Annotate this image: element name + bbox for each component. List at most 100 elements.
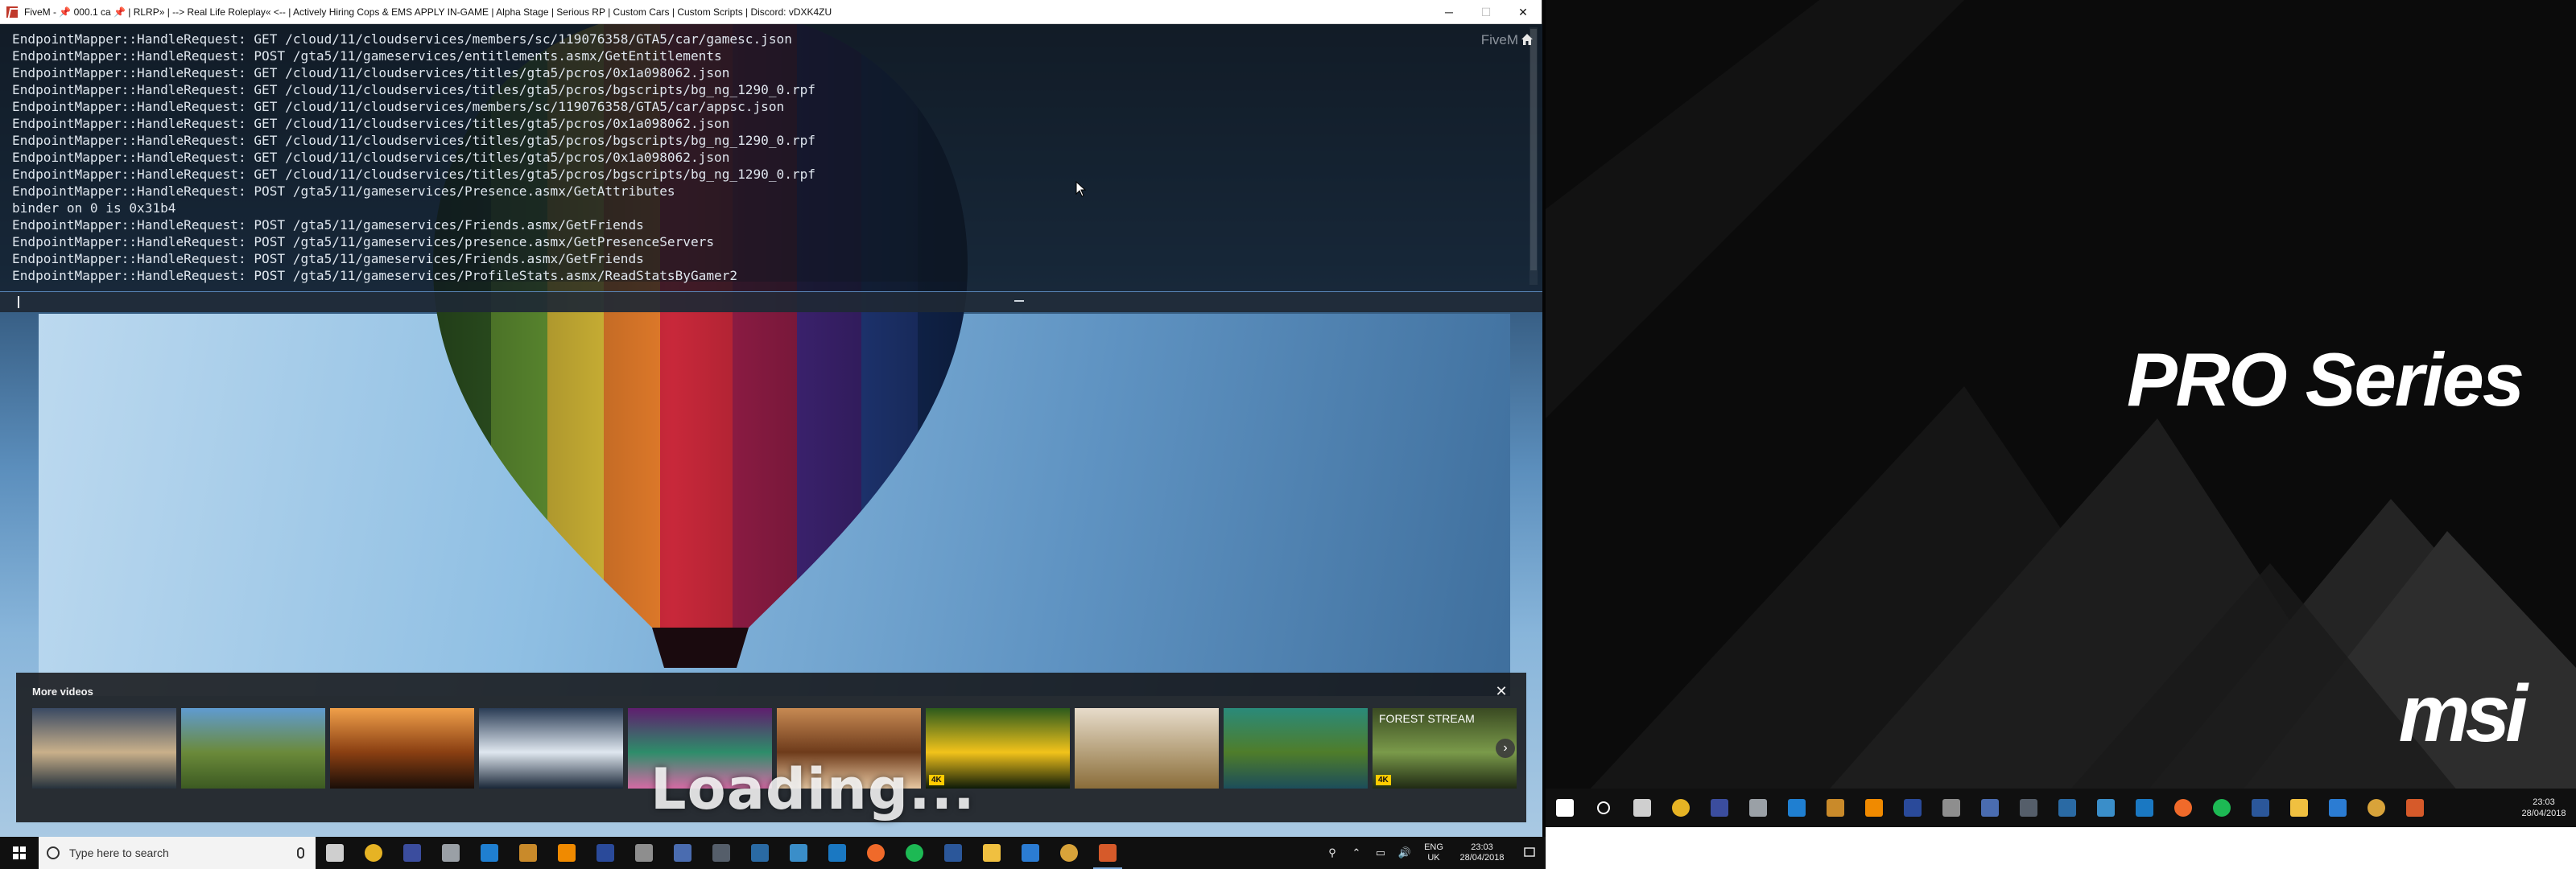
video-thumbnail[interactable]: [330, 708, 474, 789]
console-scrollbar-thumb[interactable]: [1530, 29, 1537, 270]
obs-icon[interactable]: [702, 837, 741, 869]
game-viewport[interactable]: EndpointMapper::HandleRequest: GET /clou…: [0, 24, 1542, 837]
video-thumbnail[interactable]: [181, 708, 325, 789]
app-glyph: [1749, 799, 1767, 817]
mouse-cursor-icon: [1075, 181, 1087, 197]
console-line: EndpointMapper::HandleRequest: GET /clou…: [12, 65, 730, 80]
video-thumbnail[interactable]: [479, 708, 623, 789]
notifications-icon[interactable]: [1513, 847, 1546, 859]
vlc-icon[interactable]: [547, 837, 586, 869]
maximize-button[interactable]: ☐: [1468, 0, 1505, 24]
close-button[interactable]: ✕: [1505, 0, 1542, 24]
microphone-icon[interactable]: [297, 847, 304, 859]
app-glyph: [442, 844, 460, 862]
app-glyph: [481, 844, 498, 862]
video-thumbnail[interactable]: [1075, 708, 1219, 789]
chrome-icon[interactable]: [1662, 789, 1700, 827]
minimize-button[interactable]: ─: [1430, 0, 1468, 24]
network-icon[interactable]: ▭: [1368, 846, 1393, 859]
app-glyph: [403, 844, 421, 862]
steam-alt-icon[interactable]: [1739, 789, 1777, 827]
task-view-icon[interactable]: [1623, 789, 1662, 827]
controller-icon[interactable]: [779, 837, 818, 869]
chrome-alt-icon[interactable]: [2357, 789, 2396, 827]
vlc-icon[interactable]: [1855, 789, 1893, 827]
fivem-icon[interactable]: [1088, 837, 1127, 869]
obs-icon[interactable]: [2009, 789, 2048, 827]
game-icon[interactable]: [1816, 789, 1855, 827]
windows-start-icon[interactable]: [0, 837, 39, 869]
origin-icon[interactable]: [857, 837, 895, 869]
mail-icon[interactable]: [1011, 837, 1050, 869]
video-thumbnail[interactable]: [1224, 708, 1368, 789]
outlook-icon[interactable]: [818, 837, 857, 869]
loading-text: Loading...: [650, 756, 976, 822]
app-glyph: [2329, 799, 2347, 817]
app-glyph: [1711, 799, 1728, 817]
steam-alt-icon[interactable]: [431, 837, 470, 869]
chrome-alt-icon[interactable]: [1050, 837, 1088, 869]
left-monitor: FiveM - 📌 000.1 ca 📌 | RLRP» | --> Real …: [0, 0, 1546, 869]
app-glyph: [1904, 799, 1922, 817]
origin-icon[interactable]: [2164, 789, 2202, 827]
photoshop-icon[interactable]: [586, 837, 625, 869]
explorer-icon[interactable]: [972, 837, 1011, 869]
video-thumbnail[interactable]: [32, 708, 176, 789]
photoshop-icon[interactable]: [1893, 789, 1932, 827]
people-icon[interactable]: ⚲: [1320, 846, 1344, 859]
controller-icon[interactable]: [2087, 789, 2125, 827]
language-indicator[interactable]: ENG UK: [1417, 842, 1451, 863]
word-icon[interactable]: [934, 837, 972, 869]
app-glyph: [1556, 799, 1574, 817]
console-line: EndpointMapper::HandleRequest: GET /clou…: [12, 82, 815, 97]
fivem-app-icon: [6, 6, 18, 18]
spotify-icon[interactable]: [895, 837, 934, 869]
chevron-up-icon[interactable]: ⌃: [1344, 846, 1368, 859]
outlook-icon[interactable]: [2125, 789, 2164, 827]
mail-icon[interactable]: [2318, 789, 2357, 827]
game-icon[interactable]: [509, 837, 547, 869]
secondary-taskbar: 23:03 28/04/2018: [1546, 789, 2576, 827]
language-code: ENG: [1424, 842, 1443, 852]
app-glyph: [2213, 799, 2231, 817]
vscode-icon[interactable]: [1777, 789, 1816, 827]
app-glyph: [1865, 799, 1883, 817]
cortana-icon[interactable]: [1584, 789, 1623, 827]
steam-icon[interactable]: [741, 837, 779, 869]
chevron-right-icon[interactable]: ›: [1496, 739, 1515, 758]
console-resize-handle[interactable]: [1014, 300, 1024, 302]
clock[interactable]: 23:03 28/04/2018: [1451, 842, 1513, 863]
media-player-icon[interactable]: [393, 837, 431, 869]
taskbar-apps: [316, 837, 1127, 869]
steam-icon[interactable]: [2048, 789, 2087, 827]
volume-icon[interactable]: 🔊: [1393, 846, 1417, 859]
app-glyph: [2252, 799, 2269, 817]
media-player-icon[interactable]: [1700, 789, 1739, 827]
snip-icon[interactable]: [1932, 789, 1971, 827]
app-glyph: [597, 844, 614, 862]
app-glyph: [906, 844, 923, 862]
monitor-icon[interactable]: [663, 837, 702, 869]
msi-logo: msi: [2398, 669, 2528, 759]
title-bar[interactable]: FiveM - 📌 000.1 ca 📌 | RLRP» | --> Real …: [0, 0, 1542, 24]
windows-start-icon[interactable]: [1546, 789, 1584, 827]
taskbar-search[interactable]: Type here to search: [39, 837, 316, 869]
keyboard-layout: UK: [1427, 853, 1440, 863]
app-glyph: [983, 844, 1001, 862]
vscode-icon[interactable]: [470, 837, 509, 869]
spotify-icon[interactable]: [2202, 789, 2241, 827]
console-input[interactable]: [0, 291, 1542, 312]
secondary-clock[interactable]: 23:03 28/04/2018: [2512, 797, 2576, 819]
word-icon[interactable]: [2241, 789, 2280, 827]
console-line: EndpointMapper::HandleRequest: POST /gta…: [12, 234, 715, 249]
console-line: EndpointMapper::HandleRequest: GET /clou…: [12, 167, 815, 182]
chrome-icon[interactable]: [354, 837, 393, 869]
close-icon[interactable]: ✕: [1492, 682, 1510, 700]
task-view-icon[interactable]: [316, 837, 354, 869]
fivem-icon[interactable]: [2396, 789, 2434, 827]
search-icon: [47, 846, 60, 859]
fivem-window: FiveM - 📌 000.1 ca 📌 | RLRP» | --> Real …: [0, 0, 1542, 837]
explorer-icon[interactable]: [2280, 789, 2318, 827]
monitor-icon[interactable]: [1971, 789, 2009, 827]
snip-icon[interactable]: [625, 837, 663, 869]
